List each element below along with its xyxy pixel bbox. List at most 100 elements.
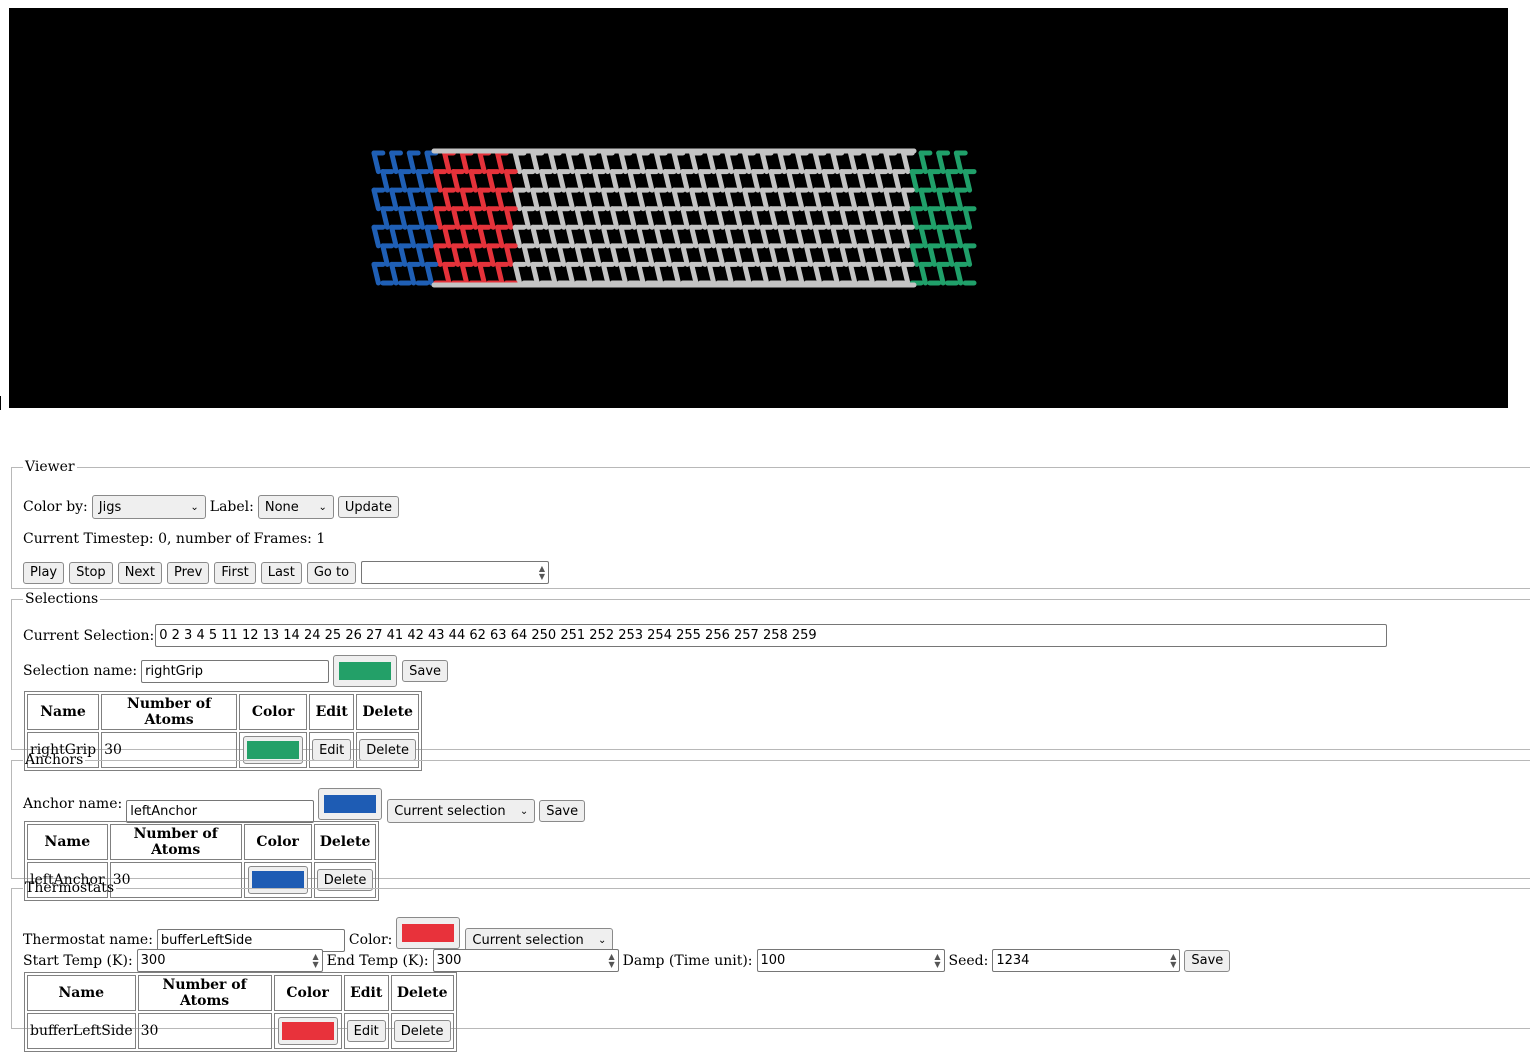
spinner-icon[interactable]: ▲ ▼ [608,952,614,969]
bond [786,206,796,230]
color-by-select[interactable]: Jigs ⌄ [91,495,206,519]
bond [856,243,867,267]
bond [636,224,646,249]
bond [962,169,973,193]
thermostat-row-delete-button[interactable]: Delete [393,1020,451,1042]
bond [495,187,505,212]
bond [830,150,840,175]
end-temp-label: End Temp (K): [326,952,429,969]
bond [909,169,920,193]
bond [556,169,567,193]
label-select[interactable]: None ⌄ [257,495,334,519]
bond [442,261,452,286]
bond [574,206,584,230]
bond [627,243,637,267]
thermostat-row-edit-button[interactable]: Edit [346,1020,386,1042]
bond [697,169,708,193]
bond [609,206,620,230]
current-selection-input[interactable]: 0 2 3 4 5 11 12 13 14 24 25 26 27 41 42 … [155,624,1388,647]
bond [565,187,576,212]
bond [830,187,840,212]
bond [415,206,426,230]
column-header: Number of Atoms [109,824,242,860]
spinner-icon[interactable]: ▲ ▼ [934,952,940,969]
molecule-viewer-canvas[interactable] [9,8,1508,408]
bond [547,224,558,249]
anchor-save-button[interactable]: Save [539,800,586,822]
goto-button[interactable]: Go to [306,561,357,584]
bond [521,206,531,230]
anchor-color-picker[interactable] [318,788,383,820]
bond [945,206,955,230]
bond [406,224,417,249]
thermostat-color-picker[interactable] [396,917,461,949]
selection-name-input[interactable]: rightGrip [141,659,330,683]
bond [883,261,893,286]
selection-color-picker[interactable] [333,655,398,687]
column-header: Name [27,975,136,1011]
bond [936,224,946,249]
next-button[interactable]: Next [117,561,162,584]
last-button[interactable]: Last [260,561,302,584]
bond [909,206,920,230]
label-value: None [264,499,299,515]
bond [689,224,699,249]
start-temp-input[interactable]: 300 ▲ ▼ [136,949,323,972]
damp-value: 100 [760,953,786,968]
damp-input[interactable]: 100 ▲ ▼ [756,949,945,972]
anchor-name-input[interactable]: leftAnchor [126,799,315,823]
bond [759,224,770,249]
stop-button[interactable]: Stop [69,561,113,584]
label-label: Label: [209,499,254,515]
seed-input[interactable]: 1234 ▲ ▼ [992,949,1181,972]
thermostat-save-button[interactable]: Save [1184,949,1231,972]
thermostat-name-label: Thermostat name: [23,932,153,948]
selection-save-button[interactable]: Save [402,660,449,682]
thermostat-row-atoms: 30 [137,1013,272,1049]
bond [380,206,390,230]
bond [689,187,699,212]
spinner-icon[interactable]: ▲ ▼ [313,952,319,969]
spinner-icon[interactable]: ▲ ▼ [539,564,545,581]
bond [865,261,876,286]
spinner-icon[interactable]: ▲ ▼ [1170,952,1176,969]
bond [821,206,831,230]
end-temp-input[interactable]: 300 ▲ ▼ [432,949,619,972]
bond [945,169,955,193]
anchor-source-select[interactable]: Current selection ⌄ [387,799,536,823]
goto-frame-input[interactable]: ▲ ▼ [361,561,550,584]
table-row: bufferLeftSide 30 Edit Delete [27,1013,454,1049]
bond [389,261,399,286]
bond [874,243,884,267]
chevron-down-icon: ⌄ [190,501,199,513]
current-selection-value: 0 2 3 4 5 11 12 13 14 24 25 26 27 41 42 … [159,628,817,643]
bond [821,169,831,193]
bond [742,224,752,249]
bond [777,187,787,212]
bond [583,187,593,212]
first-button[interactable]: First [214,561,256,584]
anchor-name-label: Anchor name: [23,796,123,812]
bond [442,224,452,249]
update-button[interactable]: Update [337,496,399,518]
column-header: Delete [356,694,419,730]
bond [653,187,664,212]
bond [777,150,787,175]
bond [424,150,434,175]
bond [424,261,434,286]
prev-button[interactable]: Prev [166,561,210,584]
text-cursor [0,396,1,410]
thermostat-row-color-picker[interactable] [277,1017,338,1045]
column-header: Edit [343,975,389,1011]
bond [936,187,946,212]
play-button[interactable]: Play [23,561,65,584]
anchor-color-swatch [324,795,377,813]
bond [600,187,611,212]
start-temp-label: Start Temp (K): [23,952,133,969]
bond [450,206,461,230]
bond [874,169,884,193]
anchors-legend: Anchors [25,752,84,768]
bond [433,243,443,267]
bond [830,224,840,249]
bond [839,169,849,193]
